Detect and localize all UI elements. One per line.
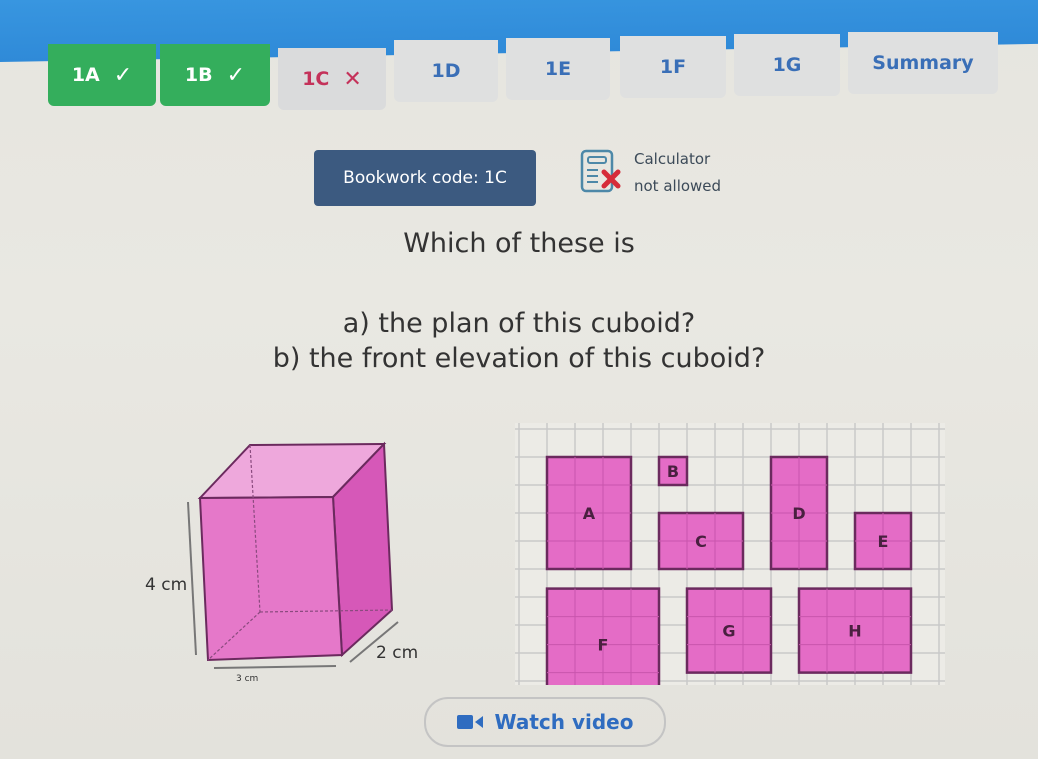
option-d[interactable]: D bbox=[769, 455, 829, 571]
tab-summary[interactable]: Summary bbox=[848, 32, 998, 94]
cuboid-front-face bbox=[198, 495, 344, 662]
watch-video-label: Watch video bbox=[494, 710, 634, 734]
question-intro: Which of these is bbox=[403, 228, 635, 259]
tab-1c[interactable]: 1C ✕ bbox=[278, 48, 386, 110]
height-label: 4 cm bbox=[145, 575, 188, 595]
tab-1f[interactable]: 1F bbox=[620, 36, 726, 98]
option-label: C bbox=[695, 532, 707, 551]
tab-1e[interactable]: 1E bbox=[506, 38, 610, 100]
question-part-b: b) the front elevation of this cuboid? bbox=[272, 343, 766, 374]
tab-label: 1D bbox=[431, 60, 461, 82]
calculator-label: Calculator bbox=[634, 150, 711, 168]
check-icon: ✓ bbox=[226, 62, 246, 88]
calculator-not-allowed-icon bbox=[580, 149, 621, 193]
option-h[interactable]: H bbox=[797, 587, 913, 674]
calculator-status: not allowed bbox=[634, 177, 722, 195]
height-arrow bbox=[187, 501, 197, 656]
depth-label: 2 cm bbox=[376, 643, 419, 663]
cross-icon: ✕ bbox=[343, 66, 362, 92]
bookwork-code: Bookwork code: 1C bbox=[314, 150, 536, 206]
bookwork-label: Bookwork code: 1C bbox=[343, 168, 507, 188]
option-g[interactable]: G bbox=[685, 587, 773, 674]
tab-1b[interactable]: 1B ✓ bbox=[160, 44, 270, 106]
option-c[interactable]: C bbox=[657, 511, 745, 571]
tab-label: 1F bbox=[659, 56, 687, 78]
option-label: B bbox=[667, 462, 679, 481]
option-label: F bbox=[598, 636, 609, 655]
option-label: G bbox=[722, 622, 735, 641]
check-icon: ✓ bbox=[113, 62, 133, 88]
tab-1a[interactable]: 1A ✓ bbox=[48, 44, 156, 106]
option-label: H bbox=[848, 622, 861, 641]
option-b[interactable]: B bbox=[657, 455, 689, 487]
tab-label: 1C bbox=[302, 68, 330, 90]
tab-label: 1E bbox=[544, 58, 572, 80]
tab-1g[interactable]: 1G bbox=[734, 34, 840, 96]
video-camera-icon bbox=[456, 715, 483, 729]
width-arrow bbox=[213, 665, 337, 669]
tab-label: 1B bbox=[184, 64, 213, 86]
option-e[interactable]: E bbox=[853, 511, 913, 571]
width-label: 3 cm bbox=[236, 674, 259, 684]
tab-label: Summary bbox=[872, 52, 974, 74]
tab-1d[interactable]: 1D bbox=[394, 40, 498, 102]
option-a[interactable]: A bbox=[545, 455, 633, 571]
watch-video-button[interactable]: Watch video bbox=[424, 697, 666, 747]
option-label: A bbox=[583, 504, 596, 523]
options-grid: A B C D E F G H bbox=[515, 423, 945, 685]
option-label: E bbox=[878, 532, 889, 551]
option-f[interactable]: F bbox=[545, 587, 661, 685]
tab-label: 1G bbox=[772, 54, 802, 76]
option-label: D bbox=[792, 504, 805, 523]
tab-label: 1A bbox=[71, 64, 100, 86]
question-part-a: a) the plan of this cuboid? bbox=[342, 308, 696, 339]
